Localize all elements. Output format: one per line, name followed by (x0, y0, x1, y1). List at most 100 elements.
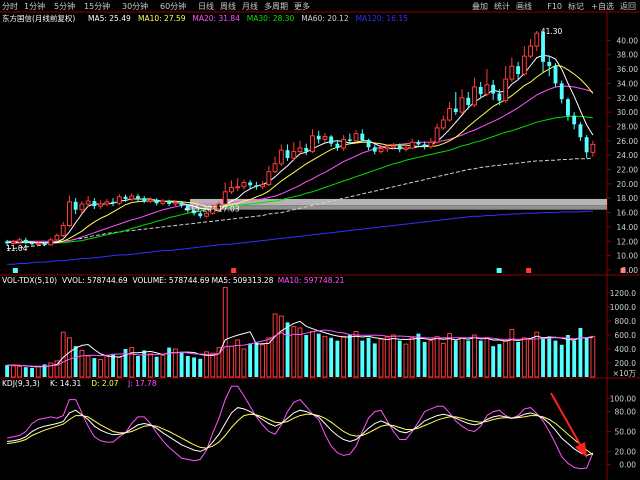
volume-bar-up (17, 366, 23, 378)
candle-body-down (553, 66, 558, 84)
candle-body-up (297, 147, 303, 153)
ma-legend-item: MA120: 16.15 (356, 14, 409, 23)
volume-bar-down (547, 336, 552, 377)
price-tick-label: 24.00 (617, 151, 639, 160)
volume-bar-up (210, 352, 216, 378)
volume-panel: 1200.0 1000.0 800.0 600.0 400.0 200.0×10万 VOL… (2, 276, 636, 378)
volume-bar-down (453, 340, 458, 377)
candle-body-up (521, 55, 527, 75)
toolbar-right-item[interactable]: 统计 (494, 1, 510, 11)
kdj-d-line (7, 413, 594, 456)
candle-body-up (403, 147, 409, 150)
candle-body-down (316, 135, 321, 140)
volume-bar-up (104, 355, 110, 378)
candle-body-down (285, 150, 290, 159)
candle-body-up (148, 199, 153, 202)
toolbar-item[interactable]: 多周期 (264, 1, 288, 11)
toolbar-item[interactable]: 日线 (198, 1, 214, 11)
toolbar-right-item[interactable]: 叠加 (472, 1, 488, 11)
candle-body-down (453, 108, 458, 113)
toolbar-item[interactable]: 60分钟 (160, 1, 186, 11)
candle-body-down (572, 115, 577, 125)
kdj-title: KDJ(9,3,3) (2, 379, 40, 388)
volume-bar-down (179, 352, 184, 377)
candle-body-up (440, 119, 446, 129)
volume-bar-down (347, 335, 352, 377)
candle-body-up (278, 149, 284, 165)
candle-body-up (472, 86, 477, 106)
candle-body-down (136, 196, 140, 199)
volume-bar-up (447, 333, 452, 378)
volume-bar-up (297, 327, 303, 378)
candle-body-down (92, 201, 97, 207)
candle-body-up (172, 202, 178, 205)
volume-bar-down (366, 337, 371, 377)
volume-bar-up (310, 331, 315, 378)
candle-body-up (235, 186, 241, 189)
volume-bar-down (553, 340, 558, 377)
kdj-tick-label: 20.00 (615, 447, 637, 456)
ma-legend-item: MA60: 20.12 (301, 14, 349, 23)
candle-body-down (366, 140, 371, 148)
candle-body-down (478, 87, 483, 95)
volume-bar-down (335, 340, 340, 377)
volume-bar-down (491, 346, 496, 377)
candle-body-down (559, 83, 564, 100)
vol-legend-item: VVOL: 578744.69 (62, 276, 128, 285)
vol-tick-label: 600.0 (615, 331, 637, 340)
candle-body-up (54, 235, 60, 241)
ma-legend-item: MA10: 27.59 (138, 14, 186, 23)
candle-body-down (5, 241, 10, 244)
candle-body-up (322, 136, 328, 140)
vol-legend-item: VOLUME: 578744.69 (133, 276, 210, 285)
toolbar-item[interactable]: 月线 (242, 1, 258, 11)
volume-bar-up (116, 356, 122, 378)
toolbar-item[interactable]: 1分钟 (24, 1, 45, 11)
candle-body-down (42, 243, 47, 245)
candle-body-down (566, 99, 570, 116)
candle-body-down (491, 84, 496, 94)
toolbar-right-item[interactable]: 返回 (620, 2, 636, 11)
price-tick-label: 38.00 (617, 51, 639, 60)
toolbar-item[interactable]: 更多 (294, 1, 310, 11)
vol-tick-label: 200.0 (615, 359, 637, 368)
toolbar-item[interactable]: 周线 (220, 1, 236, 11)
toolbar-right-item[interactable]: 标记 (568, 1, 584, 11)
candle-body-up (434, 127, 440, 143)
ma-legend-item: MA30: 28.30 (247, 14, 295, 23)
volume-bar-down (559, 344, 564, 377)
candle-body-up (291, 151, 297, 159)
toolbar-item[interactable]: 30分钟 (122, 1, 148, 11)
toolbar-item[interactable]: 5分钟 (54, 1, 75, 11)
toolbar-right-item[interactable]: +自选 (591, 1, 614, 11)
candle-body-up (409, 141, 415, 149)
price-tick-label: 20.00 (617, 180, 639, 189)
candle-body-up (160, 200, 166, 204)
toolbar-item[interactable]: 15分钟 (84, 1, 110, 11)
price-tick-label: 22.00 (617, 166, 639, 175)
candle-body-up (116, 196, 122, 204)
volume-bar-up (521, 337, 527, 378)
stock-chart[interactable]: 分时 1分钟 5分钟 15分钟 30分钟 60分钟 日线 周线 月线 多周期 更多 返回 +自选标记 F… (0, 0, 640, 480)
candle-body-up (204, 212, 209, 217)
candle-body-up (98, 203, 104, 207)
volume-bar-up (79, 349, 85, 378)
volume-bar-up (98, 359, 104, 378)
volume-bar-down (111, 353, 115, 377)
volume-bar-down (304, 335, 309, 377)
kdj-tick-label: 0.00 (619, 461, 636, 470)
toolbar-right-item[interactable]: F10 (547, 2, 562, 11)
volume-bar-down (578, 328, 583, 377)
candle-body-down (248, 182, 253, 186)
candle-body-up (509, 65, 515, 80)
volume-bar-up (278, 315, 284, 378)
toolbar-item[interactable]: 分时 (2, 1, 18, 11)
toolbar-right-item[interactable]: 画线 (516, 1, 532, 11)
candle-body-down (167, 201, 172, 204)
candle-body-up (459, 97, 465, 113)
volume-bar-up (148, 353, 153, 378)
candle-body-down (397, 145, 402, 150)
candle-body-up (353, 133, 359, 142)
candle-body-down (416, 142, 421, 145)
candle-body-up (384, 146, 390, 150)
